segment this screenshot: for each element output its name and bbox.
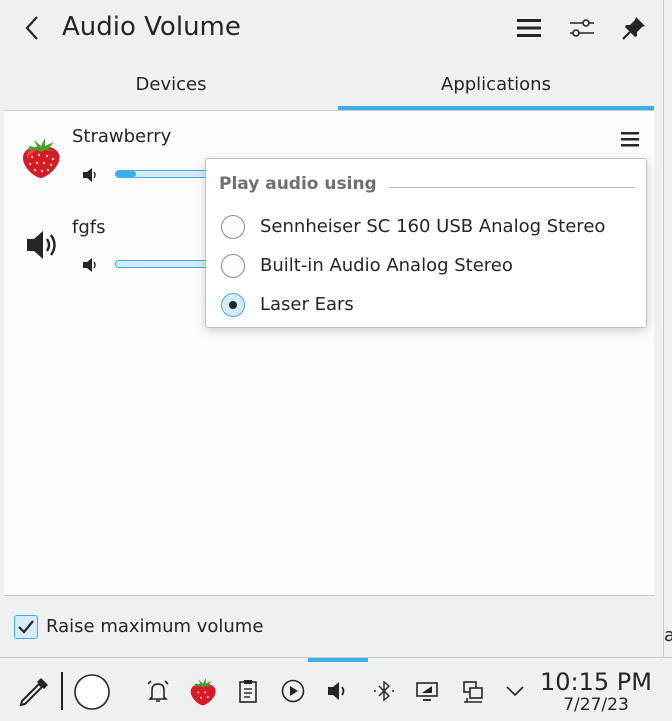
clock-time[interactable]: 10:15 PM (540, 668, 652, 696)
volume-icon (328, 682, 345, 700)
menu-button[interactable] (513, 12, 545, 44)
volume-icon (83, 258, 96, 272)
show-hidden-icons-button[interactable] (502, 678, 528, 704)
alarm-button[interactable] (144, 676, 172, 706)
volume-slider-fill (116, 171, 136, 177)
display-icon (416, 682, 438, 701)
menu-section-title: Play audio using (219, 174, 377, 194)
tab-bar: Devices Applications (0, 56, 664, 112)
app-name-fgfs: fgfs (72, 217, 106, 238)
background-window-text: a (664, 625, 672, 646)
radio-button[interactable] (221, 254, 245, 278)
network-button[interactable] (459, 676, 487, 706)
hamburger-menu-icon (517, 19, 541, 37)
divider (389, 187, 635, 188)
raise-max-volume-label[interactable]: Raise maximum volume (46, 614, 263, 640)
network-icon (463, 681, 483, 703)
color-picker-icon (19, 678, 48, 707)
color-picker-button[interactable] (14, 672, 54, 712)
app-name-strawberry: Strawberry (72, 126, 172, 147)
menu-item-sennheiser[interactable]: Sennheiser SC 160 USB Analog Stereo (206, 208, 646, 246)
divider (4, 595, 654, 596)
bluetooth-icon (374, 680, 394, 702)
volume-slider-fgfs[interactable] (115, 260, 215, 268)
radio-dot (229, 301, 237, 309)
mute-toggle-strawberry[interactable] (80, 165, 100, 189)
configure-button[interactable] (566, 12, 598, 44)
raise-max-volume-checkbox[interactable] (14, 615, 38, 639)
volume-tray-button[interactable] (324, 676, 352, 706)
back-button[interactable] (16, 12, 48, 44)
mute-toggle-fgfs[interactable] (80, 255, 100, 279)
clock-date[interactable]: 7/27/23 (540, 695, 652, 715)
menu-item-built-in-audio[interactable]: Built-in Audio Analog Stereo (206, 247, 646, 285)
tab-devices[interactable]: Devices (4, 56, 338, 112)
bluetooth-button[interactable] (370, 676, 398, 706)
checkmark-icon (18, 620, 34, 634)
pin-icon (622, 17, 645, 40)
hamburger-menu-icon (621, 132, 639, 147)
volume-icon (83, 168, 96, 182)
chevron-down-icon (506, 686, 524, 697)
separator (61, 672, 63, 710)
strawberry-icon (18, 135, 64, 183)
strawberry-tray-button[interactable] (186, 674, 220, 708)
audio-volume-popup: Audio Volume Devices Applications Strawb… (0, 0, 664, 657)
circle-button[interactable] (72, 672, 112, 712)
media-player-button[interactable] (279, 676, 307, 706)
menu-item-label: Sennheiser SC 160 USB Analog Stereo (260, 216, 606, 237)
popup-header: Audio Volume (0, 0, 664, 56)
circle-icon (74, 674, 110, 710)
active-indicator (308, 658, 368, 662)
alarm-icon (147, 680, 169, 702)
radio-button-checked[interactable] (221, 293, 245, 317)
menu-item-label: Laser Ears (260, 294, 354, 315)
configure-icon (570, 19, 594, 37)
pin-button[interactable] (618, 12, 650, 44)
page-title: Audio Volume (62, 12, 241, 42)
radio-button[interactable] (221, 215, 245, 239)
speaker-icon (24, 227, 60, 267)
media-play-icon (281, 679, 305, 703)
strawberry-menu-button[interactable] (616, 125, 644, 153)
display-button[interactable] (413, 676, 441, 706)
menu-item-label: Built-in Audio Analog Stereo (260, 255, 513, 276)
taskbar: 10:15 PM 7/27/23 (0, 657, 672, 721)
strawberry-icon (190, 678, 216, 706)
tab-applications[interactable]: Applications (338, 56, 654, 112)
clipboard-icon (239, 680, 257, 703)
back-arrow-icon (25, 16, 38, 40)
clipboard-button[interactable] (234, 676, 262, 706)
menu-item-laser-ears[interactable]: Laser Ears (206, 286, 646, 324)
volume-slider-strawberry[interactable] (115, 170, 215, 178)
output-device-menu: Play audio using Sennheiser SC 160 USB A… (205, 158, 647, 328)
